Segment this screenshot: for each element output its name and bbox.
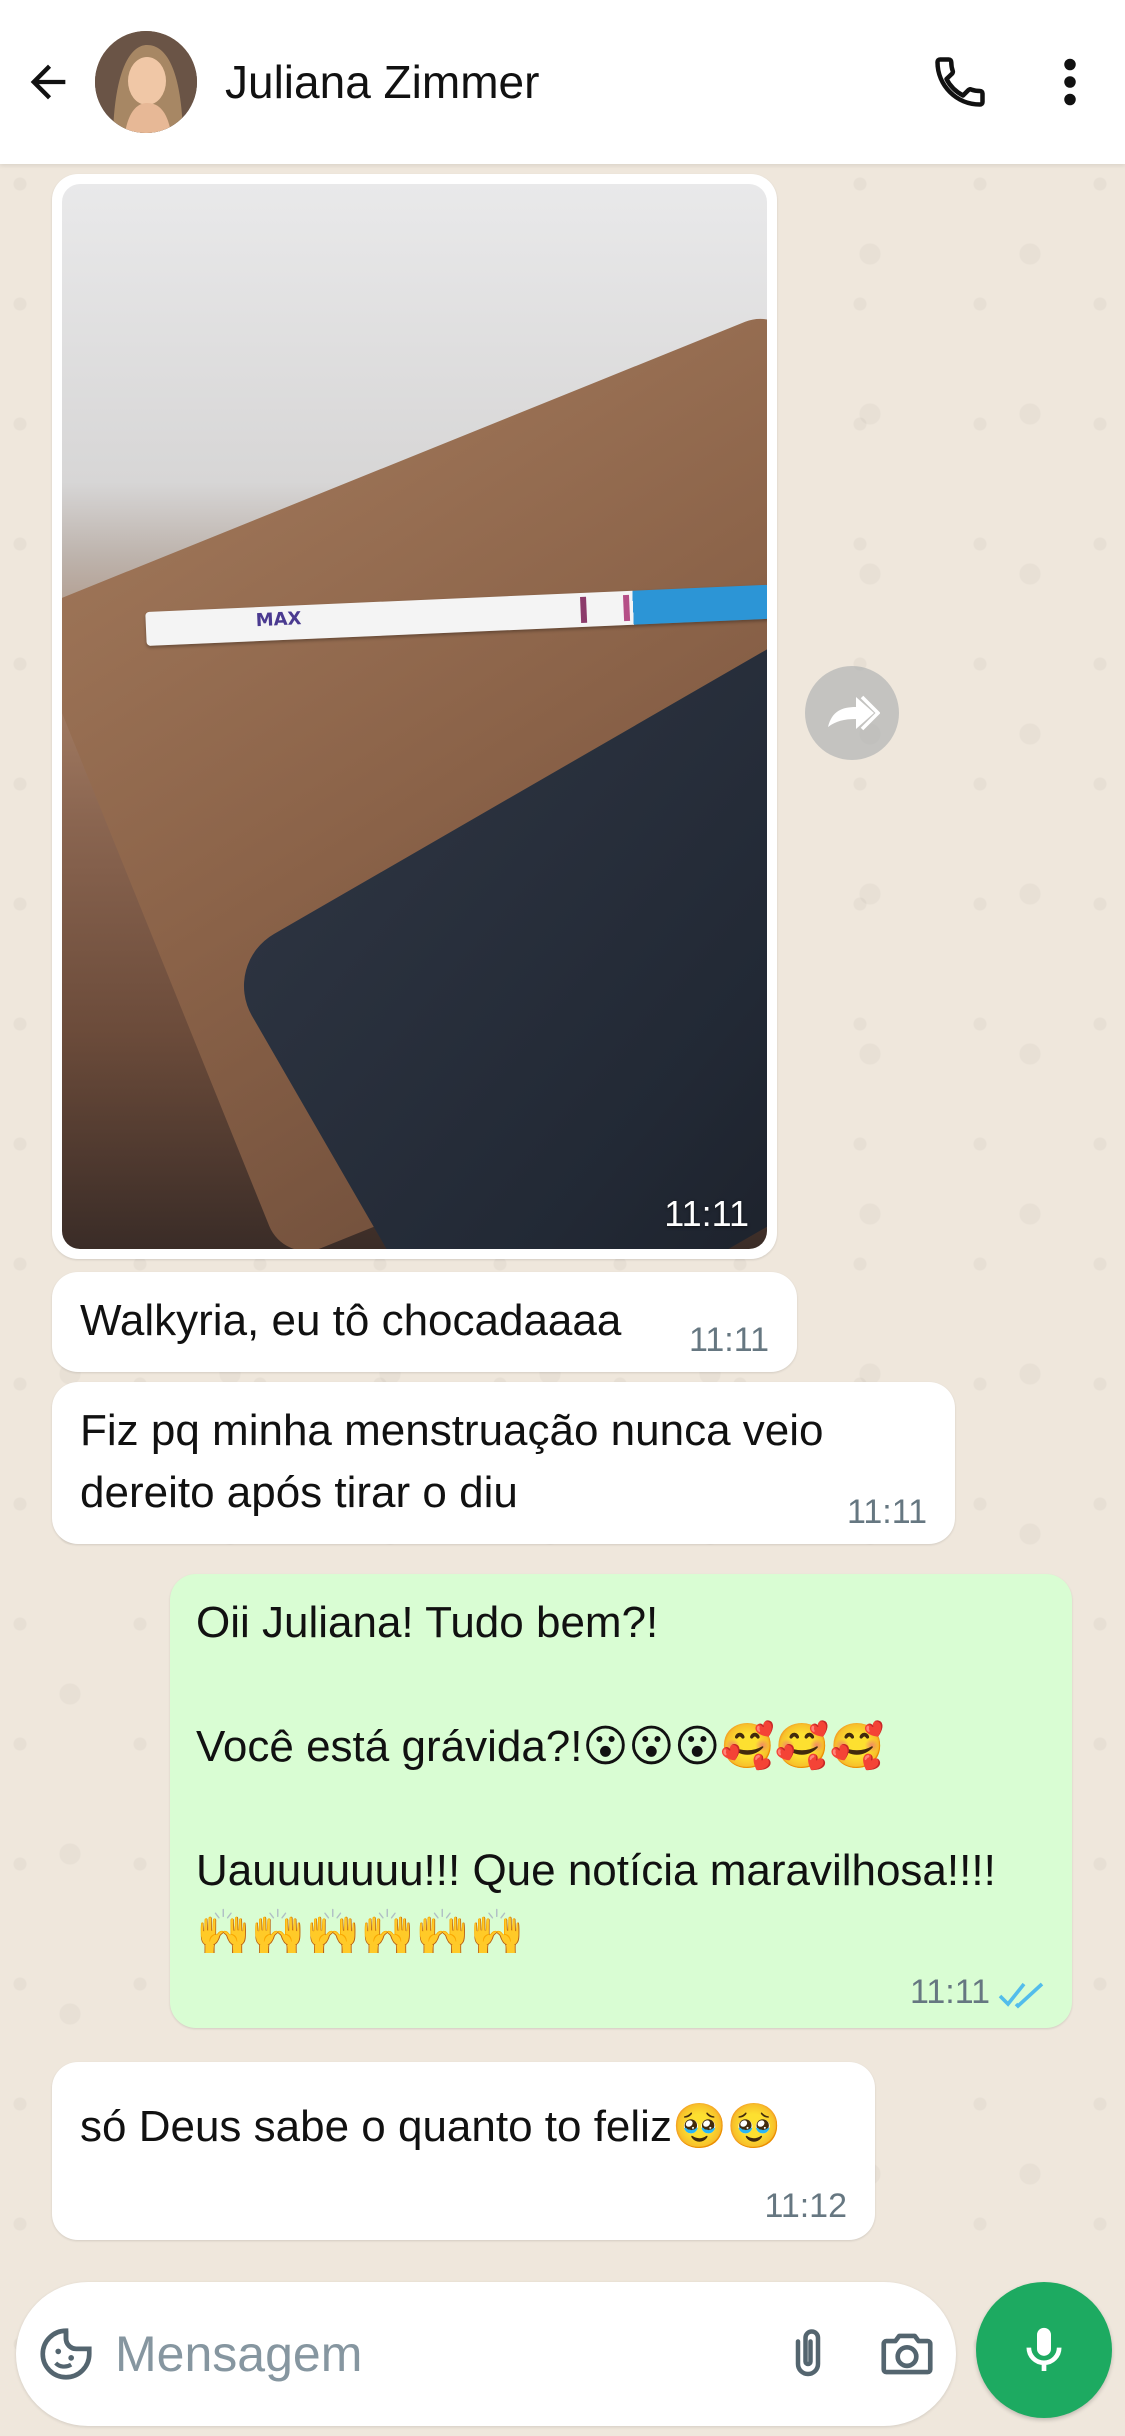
menu-button[interactable] xyxy=(1015,0,1125,164)
chat-screen: Juliana Zimmer MAX 11:11 Walkyria, eu tô… xyxy=(0,0,1125,2436)
incoming-message[interactable]: Walkyria, eu tô chocadaaaa 11:11 xyxy=(52,1272,797,1372)
incoming-message[interactable]: Fiz pq minha menstruação nunca veio dere… xyxy=(52,1382,955,1544)
sticker-button[interactable] xyxy=(16,2282,115,2426)
message-time: 11:11 xyxy=(909,1973,990,2011)
more-vertical-icon xyxy=(1064,58,1076,106)
back-button[interactable] xyxy=(0,0,95,164)
forward-button[interactable] xyxy=(805,666,899,760)
read-ticks-icon xyxy=(998,1982,1044,2009)
message-text: Fiz pq minha menstruação nunca veio dere… xyxy=(80,1406,824,1517)
message-time: 11:11 xyxy=(688,1321,769,1359)
message-text: Oii Juliana! Tudo bem?! Você está grávid… xyxy=(196,1598,996,1957)
message-photo[interactable]: MAX 11:11 xyxy=(62,184,767,1249)
control-line xyxy=(622,594,631,622)
message-time: 11:11 xyxy=(846,1493,927,1531)
contact-avatar[interactable] xyxy=(95,31,197,133)
camera-icon xyxy=(880,2333,933,2375)
microphone-icon xyxy=(1026,2327,1062,2371)
message-time: 11:12 xyxy=(764,2187,847,2225)
message-time: 11:11 xyxy=(664,1193,749,1234)
forward-icon xyxy=(828,695,880,731)
incoming-message[interactable]: só Deus sabe o quanto to feliz🥹🥹 11:12 xyxy=(52,2062,875,2240)
sticker-icon xyxy=(39,2328,92,2380)
message-composer xyxy=(16,2282,956,2426)
avatar-photo xyxy=(95,31,197,133)
contact-name[interactable]: Juliana Zimmer xyxy=(225,55,905,109)
camera-button[interactable] xyxy=(857,2282,956,2426)
paperclip-icon xyxy=(795,2329,820,2377)
arrow-left-icon xyxy=(30,64,65,100)
chat-header: Juliana Zimmer xyxy=(0,0,1125,164)
message-text: só Deus sabe o quanto to feliz🥹🥹 xyxy=(80,2102,782,2151)
attach-button[interactable] xyxy=(758,2282,857,2426)
call-button[interactable] xyxy=(905,0,1015,164)
test-line xyxy=(580,596,588,624)
outgoing-message[interactable]: Oii Juliana! Tudo bem?! Você está grávid… xyxy=(170,1574,1072,2028)
image-message[interactable]: MAX 11:11 xyxy=(52,174,777,1259)
message-text: Walkyria, eu tô chocadaaaa xyxy=(80,1296,622,1345)
message-input[interactable] xyxy=(115,2325,758,2383)
phone-icon xyxy=(935,57,985,107)
strip-label: MAX xyxy=(255,608,302,632)
voice-message-button[interactable] xyxy=(976,2282,1112,2418)
